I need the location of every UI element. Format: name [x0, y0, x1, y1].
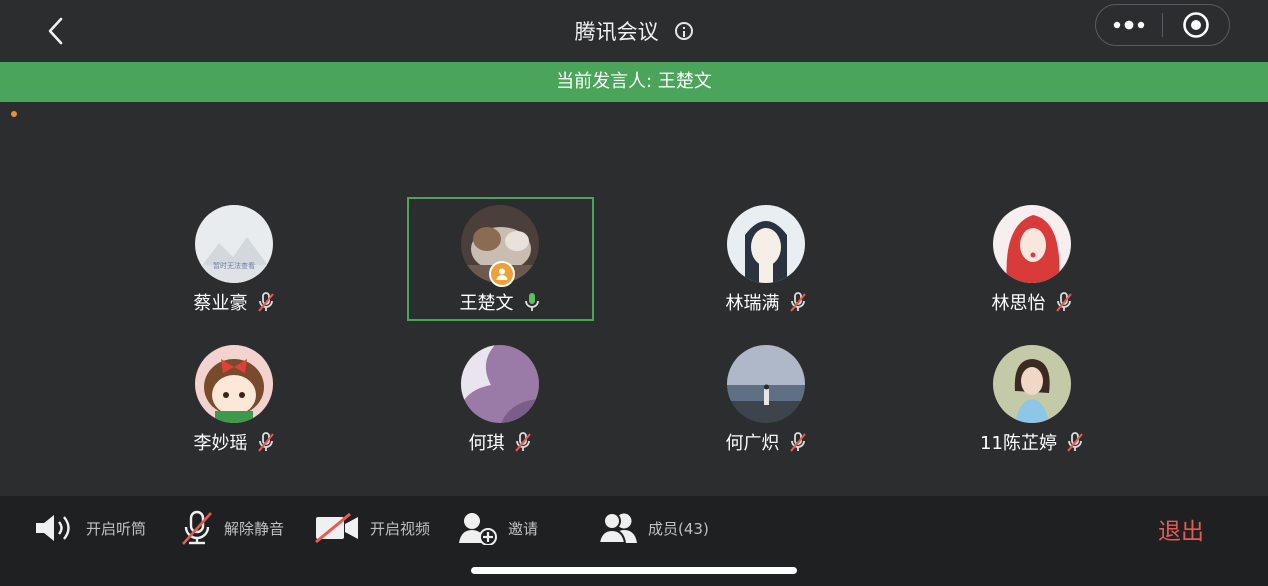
speaker-toggle-button[interactable]: 开启听筒 [34, 508, 146, 548]
mic-muted-icon [256, 431, 276, 453]
members-button[interactable]: 成员(43) [598, 508, 709, 548]
invite-button[interactable]: 邀请 [458, 508, 538, 548]
video-off-icon [315, 512, 358, 544]
info-icon[interactable] [675, 22, 694, 40]
bottom-toolbar: 开启听筒 解除静音 开启视频 邀请 成员(43) 退出 [0, 496, 1268, 586]
unmute-label: 解除静音 [224, 519, 285, 538]
mic-muted-icon [1065, 431, 1085, 453]
participant-name: 李妙瑶 [193, 433, 248, 454]
more-button[interactable] [1096, 5, 1162, 45]
participant-tile[interactable]: 林瑞满 [673, 197, 860, 321]
participant-name: 蔡业豪 [193, 293, 248, 314]
close-miniprogram-button[interactable] [1163, 5, 1229, 45]
participant-tile-active[interactable]: 王楚文 [407, 197, 594, 321]
avatar [993, 345, 1071, 423]
participant-name-row: 林瑞满 [673, 289, 860, 315]
members-label: 成员(43) [648, 519, 709, 538]
participant-name-row: 蔡业豪 [141, 289, 328, 315]
participant-tile[interactable]: 暂时无法查看 蔡业豪 [141, 197, 328, 321]
user-icon [496, 268, 508, 280]
start-video-button[interactable]: 开启视频 [314, 508, 430, 548]
top-bar: 腾讯会议 [0, 0, 1268, 62]
add-user-icon [459, 513, 497, 545]
avatar: 暂时无法查看 [195, 205, 273, 283]
avatar [195, 345, 273, 423]
participant-name: 何广炽 [725, 433, 780, 454]
participant-name-row: 李妙瑶 [141, 429, 328, 455]
mic-active-icon [522, 291, 542, 313]
avatar [993, 205, 1071, 283]
mic-muted-icon [182, 510, 212, 545]
participant-name: 11陈芷婷 [980, 433, 1057, 454]
mic-muted-icon [513, 431, 533, 453]
avatar [727, 345, 805, 423]
participant-name: 王楚文 [459, 293, 514, 314]
mic-muted-icon [788, 431, 808, 453]
avatar [461, 345, 539, 423]
participant-name-row: 何琪 [407, 429, 594, 455]
page-title-group: 腾讯会议 [0, 16, 1268, 46]
target-circle-icon [1183, 12, 1209, 38]
participant-tile[interactable]: 何广炽 [673, 337, 860, 461]
participant-tile[interactable]: 何琪 [407, 337, 594, 461]
status-dot [11, 111, 17, 117]
participant-name: 林思怡 [991, 293, 1046, 314]
avatar-placeholder-text: 暂时无法查看 [213, 262, 255, 270]
unmute-button[interactable]: 解除静音 [180, 508, 284, 548]
mini-program-capsule [1095, 4, 1230, 46]
exit-button[interactable]: 退出 [1158, 512, 1204, 546]
speaker-toggle-label: 开启听筒 [86, 519, 147, 538]
mic-muted-icon [1054, 291, 1074, 313]
participant-name: 何琪 [468, 433, 505, 454]
participant-name: 林瑞满 [725, 293, 780, 314]
participant-tile[interactable]: 林思怡 [939, 197, 1126, 321]
participant-name-row: 林思怡 [939, 289, 1126, 315]
more-dots-icon [1113, 20, 1145, 30]
mic-muted-icon [256, 291, 276, 313]
page-title: 腾讯会议 [574, 20, 659, 44]
current-speaker-banner: 当前发言人: 王楚文 [0, 62, 1268, 102]
members-icon [598, 512, 637, 544]
participant-name-row: 11陈芷婷 [939, 429, 1126, 455]
participant-tile[interactable]: 11陈芷婷 [939, 337, 1126, 461]
start-video-label: 开启视频 [370, 519, 431, 538]
participant-tile[interactable]: 李妙瑶 [141, 337, 328, 461]
mic-muted-icon [788, 291, 808, 313]
invite-label: 邀请 [508, 519, 539, 538]
participant-name-row: 王楚文 [409, 289, 592, 315]
avatar [727, 205, 805, 283]
host-badge [489, 261, 515, 287]
home-indicator[interactable] [471, 567, 797, 574]
speaker-icon [36, 515, 70, 541]
participant-name-row: 何广炽 [673, 429, 860, 455]
